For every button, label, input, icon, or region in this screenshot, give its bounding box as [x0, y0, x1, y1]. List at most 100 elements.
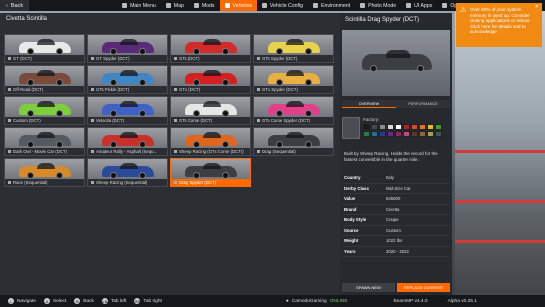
- paint-swatch[interactable]: [435, 131, 442, 137]
- vehicle-card[interactable]: Sheep Racing (Sequential): [87, 158, 168, 187]
- car-shape: [185, 163, 237, 179]
- vehicle-thumbnail: [171, 66, 250, 88]
- vehicle-card[interactable]: Dark Owl - Movie Car (DCT): [4, 127, 85, 156]
- spec-value: Coupe: [386, 217, 399, 223]
- factory-label: Factory:: [363, 117, 380, 122]
- car-shape: [102, 39, 154, 55]
- menu-item-main-menu[interactable]: Main Menu: [117, 0, 161, 11]
- spec-key: Body Style: [344, 217, 367, 223]
- menu-item-environment[interactable]: Environment: [308, 0, 355, 11]
- vehicle-card-label: GT Spyder (DCT): [88, 55, 167, 62]
- wheel-icon: [139, 172, 146, 179]
- paint-swatch[interactable]: [403, 124, 410, 130]
- paint-swatch[interactable]: [371, 124, 378, 130]
- notification-text: Over 60% of your system memory is used u…: [470, 7, 531, 35]
- back-button[interactable]: ‹ Back: [0, 0, 30, 11]
- paint-swatch[interactable]: [363, 131, 370, 137]
- vehicle-card[interactable]: GT Spyder (DCT): [87, 34, 168, 63]
- paint-swatch[interactable]: [411, 131, 418, 137]
- paint-swatch[interactable]: [419, 131, 426, 137]
- paint-swatch[interactable]: [411, 124, 418, 130]
- paint-swatch[interactable]: [387, 131, 394, 137]
- menu-item-vehicle-config[interactable]: Vehicle Config: [257, 0, 308, 11]
- wheel-icon: [110, 172, 117, 179]
- vehicle-detail-title: Scintilla Drag Spyder (DCT): [345, 17, 420, 23]
- vehicle-card-label: Amateur Rally - Asphalt (Sequ...: [88, 148, 167, 155]
- vehicle-card-label: GTs Pickle (DCT): [88, 86, 167, 93]
- vehicle-card[interactable]: Off-Road (DCT): [4, 65, 85, 94]
- wheel-icon: [222, 172, 229, 179]
- menu-item-vehicles[interactable]: Vehicles: [219, 0, 257, 11]
- spawn-new-button[interactable]: SPAWN NEW: [342, 283, 395, 292]
- vehicle-thumbnail: [171, 35, 250, 57]
- vehicle-card[interactable]: GTs Corse (DCT): [170, 96, 251, 125]
- paint-swatch[interactable]: [403, 131, 410, 137]
- vehicle-card[interactable]: GTx Spyder (DCT): [253, 65, 334, 94]
- vehicle-card[interactable]: GT (DCT): [4, 34, 85, 63]
- close-icon[interactable]: ✕: [535, 4, 539, 11]
- paint-swatch[interactable]: [379, 124, 386, 130]
- config-icon: [91, 88, 94, 91]
- vehicle-thumbnail: [5, 128, 84, 150]
- vehicle-thumbnail: [88, 159, 167, 181]
- config-icon: [257, 57, 260, 60]
- detail-tabs: OVERVIEW PERFORMANCE: [342, 100, 450, 108]
- wheel-icon: [27, 141, 34, 148]
- controller-button-icon: L: [8, 298, 14, 304]
- vehicle-card[interactable]: Race (Sequential): [4, 158, 85, 187]
- vehicle-card[interactable]: Drag Spyder (DCT): [170, 158, 251, 187]
- wheel-icon: [56, 48, 63, 55]
- wheel-icon: [276, 48, 283, 55]
- paint-swatch[interactable]: [435, 124, 442, 130]
- vehicle-card[interactable]: GTs Spyder (DCT): [253, 34, 334, 63]
- paint-swatch[interactable]: [395, 124, 402, 130]
- spec-key: Value: [344, 196, 356, 202]
- controller-button-icon: B: [74, 298, 81, 304]
- replace-current-button[interactable]: REPLACE CURRENT: [397, 283, 450, 292]
- tab-overview[interactable]: OVERVIEW: [342, 100, 396, 108]
- vehicle-card[interactable]: GTs Corse Spyder (DCT): [253, 96, 334, 125]
- memory-warning-notification[interactable]: ⚠ ✕ Over 60% of your system memory is us…: [456, 3, 542, 47]
- paint-swatch[interactable]: [427, 131, 434, 137]
- vehicle-card[interactable]: Drag (Sequential): [253, 127, 334, 156]
- vehicle-card[interactable]: Velocita (DCT): [87, 96, 168, 125]
- vehicle-card[interactable]: Amateur Rally - Asphalt (Sequ...: [87, 127, 168, 156]
- paint-swatch[interactable]: [427, 124, 434, 130]
- menu-item-label: Mods: [201, 2, 215, 9]
- spec-row: Country Italy: [342, 173, 450, 184]
- paint-swatch[interactable]: [363, 124, 370, 130]
- vehicle-card[interactable]: GTs (DCT): [170, 34, 251, 63]
- main-menu-icon: [122, 3, 128, 8]
- vehicle-thumbnail: [5, 97, 84, 119]
- beammp-version: BeamMP v4.4.0: [393, 298, 428, 304]
- wheel-icon: [193, 48, 200, 55]
- spec-row: Body Style Coupe: [342, 215, 450, 226]
- vehicle-card[interactable]: Custom (DCT): [4, 96, 85, 125]
- config-icon: [8, 57, 11, 60]
- car-shape: [268, 70, 320, 86]
- wheel-icon: [139, 79, 146, 86]
- config-icon: [91, 119, 94, 122]
- paint-swatch[interactable]: [387, 124, 394, 130]
- menu-item-ui-apps[interactable]: UI Apps: [401, 0, 437, 11]
- menu-item-photo-mode[interactable]: Photo Mode: [355, 0, 401, 11]
- vehicle-card[interactable]: Sheep Racing (GTx Corse (DCT)): [170, 127, 251, 156]
- vehicle-card-name: GTs Corse Spyder (DCT): [262, 118, 310, 123]
- spec-key: Country: [344, 175, 361, 181]
- config-icon: [8, 119, 11, 122]
- paint-swatch[interactable]: [379, 131, 386, 137]
- tab-performance[interactable]: PERFORMANCE: [396, 100, 450, 108]
- menu-item-label: Photo Mode: [368, 2, 397, 9]
- vehicle-card[interactable]: GTx (DCT): [170, 65, 251, 94]
- menu-item-map[interactable]: Map: [161, 0, 189, 11]
- config-icon: [8, 181, 11, 184]
- menu-item-mods[interactable]: Mods: [189, 0, 220, 11]
- car-shape: [19, 101, 71, 117]
- spec-row: Value 545000: [342, 194, 450, 205]
- config-icon: [91, 57, 94, 60]
- paint-swatch[interactable]: [371, 131, 378, 137]
- paint-swatch[interactable]: [419, 124, 426, 130]
- wheel-icon: [222, 110, 229, 117]
- paint-swatch[interactable]: [395, 131, 402, 137]
- vehicle-card[interactable]: GTs Pickle (DCT): [87, 65, 168, 94]
